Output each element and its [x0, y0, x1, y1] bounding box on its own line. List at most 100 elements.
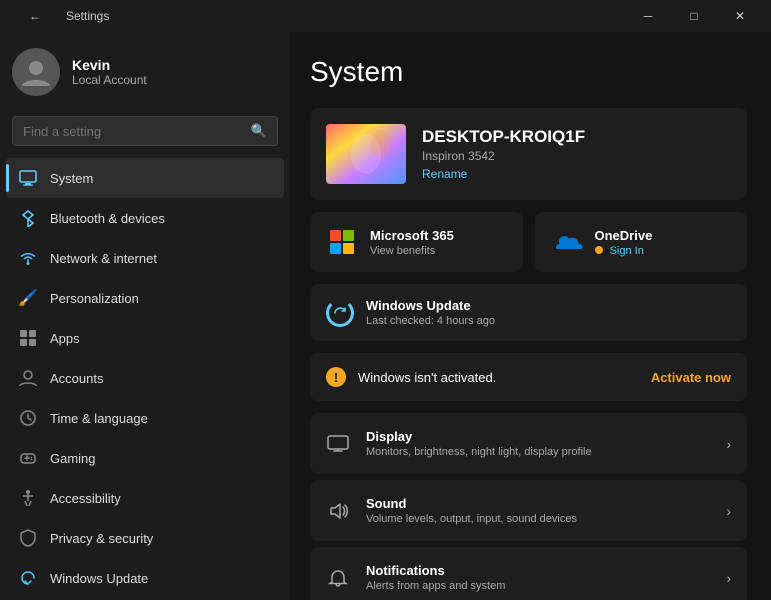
- notifications-info: Notifications Alerts from apps and syste…: [366, 563, 710, 592]
- titlebar-left: ← Settings: [12, 0, 109, 32]
- settings-item-sound[interactable]: Sound Volume levels, output, input, soun…: [310, 480, 747, 541]
- activation-card[interactable]: ! Windows isn't activated. Activate now: [310, 353, 747, 401]
- sidebar-nav: System Bluetooth & devices: [0, 158, 290, 598]
- sidebar-item-system[interactable]: System: [6, 158, 284, 198]
- ms365-name: Microsoft 365: [370, 228, 454, 243]
- app-body: Kevin Local Account 🔍 Syste: [0, 32, 771, 600]
- notifications-title: Notifications: [366, 563, 710, 578]
- settings-item-notifications[interactable]: Notifications Alerts from apps and syste…: [310, 547, 747, 600]
- accounts-icon: [18, 368, 38, 388]
- sidebar-item-label: Privacy & security: [50, 531, 153, 546]
- ms365-action: View benefits: [370, 245, 454, 257]
- main-content: System: [290, 32, 771, 600]
- display-info: Display Monitors, brightness, night ligh…: [366, 429, 710, 458]
- device-rename-link[interactable]: Rename: [422, 167, 585, 181]
- sidebar-item-label: Gaming: [50, 451, 96, 466]
- notifications-chevron: ›: [726, 570, 731, 586]
- update-icon: [326, 299, 354, 327]
- titlebar-title: Settings: [66, 9, 109, 23]
- sound-title: Sound: [366, 496, 710, 511]
- bluetooth-icon: [18, 208, 38, 228]
- user-profile[interactable]: Kevin Local Account: [0, 32, 290, 112]
- update-info: Windows Update Last checked: 4 hours ago: [366, 298, 495, 327]
- onedrive-action-label[interactable]: Sign In: [610, 245, 644, 257]
- services-row: Microsoft 365 View benefits OneDrive Sig…: [310, 212, 747, 272]
- sidebar-item-network[interactable]: Network & internet: [6, 238, 284, 278]
- sidebar-item-apps[interactable]: Apps: [6, 318, 284, 358]
- update-status: Last checked: 4 hours ago: [366, 315, 495, 327]
- sidebar-item-label: Time & language: [50, 411, 148, 426]
- update-title: Windows Update: [366, 298, 495, 313]
- sidebar-item-personalization[interactable]: 🖌️ Personalization: [6, 278, 284, 318]
- sidebar-item-windowsupdate[interactable]: Windows Update: [6, 558, 284, 598]
- onedrive-name: OneDrive: [595, 228, 653, 243]
- sidebar-item-gaming[interactable]: Gaming: [6, 438, 284, 478]
- sidebar-item-label: Accessibility: [50, 491, 121, 506]
- ms365-info: Microsoft 365 View benefits: [370, 228, 454, 257]
- onedrive-info: OneDrive Sign In: [595, 228, 653, 257]
- windowsupdate-icon: [18, 568, 38, 588]
- search-icon: 🔍: [251, 123, 267, 139]
- activation-link[interactable]: Activate now: [651, 370, 731, 385]
- search-input[interactable]: [23, 124, 243, 139]
- close-button[interactable]: ✕: [717, 0, 763, 32]
- system-icon: [18, 168, 38, 188]
- accessibility-icon: [18, 488, 38, 508]
- sidebar-item-privacy[interactable]: Privacy & security: [6, 518, 284, 558]
- device-card[interactable]: DESKTOP-KROIQ1F Inspiron 3542 Rename: [310, 108, 747, 200]
- gaming-icon: [18, 448, 38, 468]
- page-title: System: [310, 56, 747, 88]
- device-info: DESKTOP-KROIQ1F Inspiron 3542 Rename: [422, 127, 585, 181]
- network-icon: [18, 248, 38, 268]
- user-name: Kevin: [72, 57, 147, 73]
- sidebar-item-label: Apps: [50, 331, 80, 346]
- avatar: [12, 48, 60, 96]
- windows-update-card[interactable]: Windows Update Last checked: 4 hours ago: [310, 284, 747, 341]
- sidebar-item-bluetooth[interactable]: Bluetooth & devices: [6, 198, 284, 238]
- ms365-icon: [326, 226, 358, 258]
- display-chevron: ›: [726, 436, 731, 452]
- sidebar-item-accounts[interactable]: Accounts: [6, 358, 284, 398]
- display-icon: [326, 432, 350, 456]
- sidebar-item-label: System: [50, 171, 93, 186]
- sound-desc: Volume levels, output, input, sound devi…: [366, 513, 710, 525]
- back-button[interactable]: ←: [12, 0, 58, 32]
- activation-text: Windows isn't activated.: [358, 370, 496, 385]
- sidebar: Kevin Local Account 🔍 Syste: [0, 32, 290, 600]
- onedrive-action: Sign In: [595, 245, 653, 257]
- settings-item-display[interactable]: Display Monitors, brightness, night ligh…: [310, 413, 747, 474]
- sidebar-item-label: Accounts: [50, 371, 103, 386]
- search-box: 🔍: [12, 116, 278, 146]
- titlebar-controls: ─ □ ✕: [625, 0, 763, 32]
- apps-icon: [18, 328, 38, 348]
- display-title: Display: [366, 429, 710, 444]
- user-type: Local Account: [72, 73, 147, 87]
- onedrive-dot: [595, 246, 603, 254]
- titlebar: ← Settings ─ □ ✕: [0, 0, 771, 32]
- warning-icon: !: [326, 367, 346, 387]
- sound-icon: [326, 499, 350, 523]
- notifications-icon: [326, 566, 350, 590]
- sidebar-item-accessibility[interactable]: Accessibility: [6, 478, 284, 518]
- sound-chevron: ›: [726, 503, 731, 519]
- time-icon: [18, 408, 38, 428]
- user-info: Kevin Local Account: [72, 57, 147, 87]
- sound-info: Sound Volume levels, output, input, soun…: [366, 496, 710, 525]
- privacy-icon: [18, 528, 38, 548]
- maximize-button[interactable]: □: [671, 0, 717, 32]
- sidebar-item-label: Network & internet: [50, 251, 157, 266]
- minimize-button[interactable]: ─: [625, 0, 671, 32]
- personalization-icon: 🖌️: [18, 288, 38, 308]
- service-card-onedrive[interactable]: OneDrive Sign In: [535, 212, 748, 272]
- notifications-desc: Alerts from apps and system: [366, 580, 710, 592]
- service-card-ms365[interactable]: Microsoft 365 View benefits: [310, 212, 523, 272]
- onedrive-icon: [551, 226, 583, 258]
- activation-left: ! Windows isn't activated.: [326, 367, 496, 387]
- sidebar-item-time[interactable]: Time & language: [6, 398, 284, 438]
- sidebar-item-label: Windows Update: [50, 571, 148, 586]
- device-model: Inspiron 3542: [422, 149, 585, 163]
- display-desc: Monitors, brightness, night light, displ…: [366, 446, 710, 458]
- search-container: 🔍: [0, 112, 290, 158]
- back-icon: ←: [29, 9, 41, 23]
- device-image: [326, 124, 406, 184]
